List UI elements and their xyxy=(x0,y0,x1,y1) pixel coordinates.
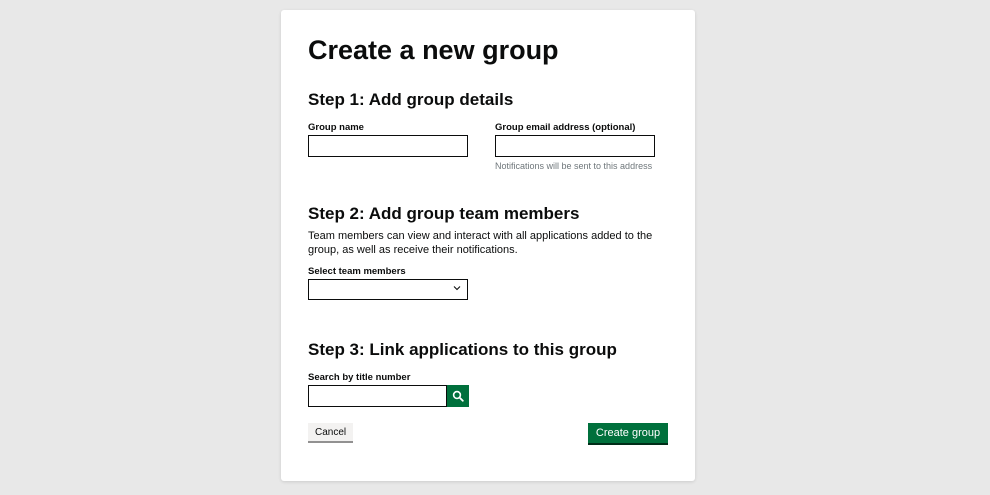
search-icon xyxy=(452,390,464,402)
group-email-label: Group email address (optional) xyxy=(495,122,636,133)
title-number-search-input[interactable] xyxy=(308,385,447,407)
chevron-down-icon xyxy=(453,286,461,291)
step1-heading: Step 1: Add group details xyxy=(308,90,514,109)
step2-description: Team members can view and interact with … xyxy=(308,230,653,256)
search-button[interactable] xyxy=(447,385,469,407)
group-email-input[interactable] xyxy=(495,135,655,157)
group-email-hint: Notifications will be sent to this addre… xyxy=(495,161,653,171)
group-name-input[interactable] xyxy=(308,135,468,157)
create-group-card: Create a new group Step 1: Add group det… xyxy=(281,10,695,481)
select-team-members-label: Select team members xyxy=(308,266,406,277)
create-group-button[interactable]: Create group xyxy=(588,423,668,445)
team-members-select[interactable] xyxy=(308,279,468,300)
group-name-label: Group name xyxy=(308,122,364,133)
step3-heading: Step 3: Link applications to this group xyxy=(308,340,617,359)
search-title-number-label: Search by title number xyxy=(308,372,411,383)
step2-heading: Step 2: Add group team members xyxy=(308,204,580,223)
cancel-button[interactable]: Cancel xyxy=(308,423,354,443)
page-title: Create a new group xyxy=(308,35,559,65)
